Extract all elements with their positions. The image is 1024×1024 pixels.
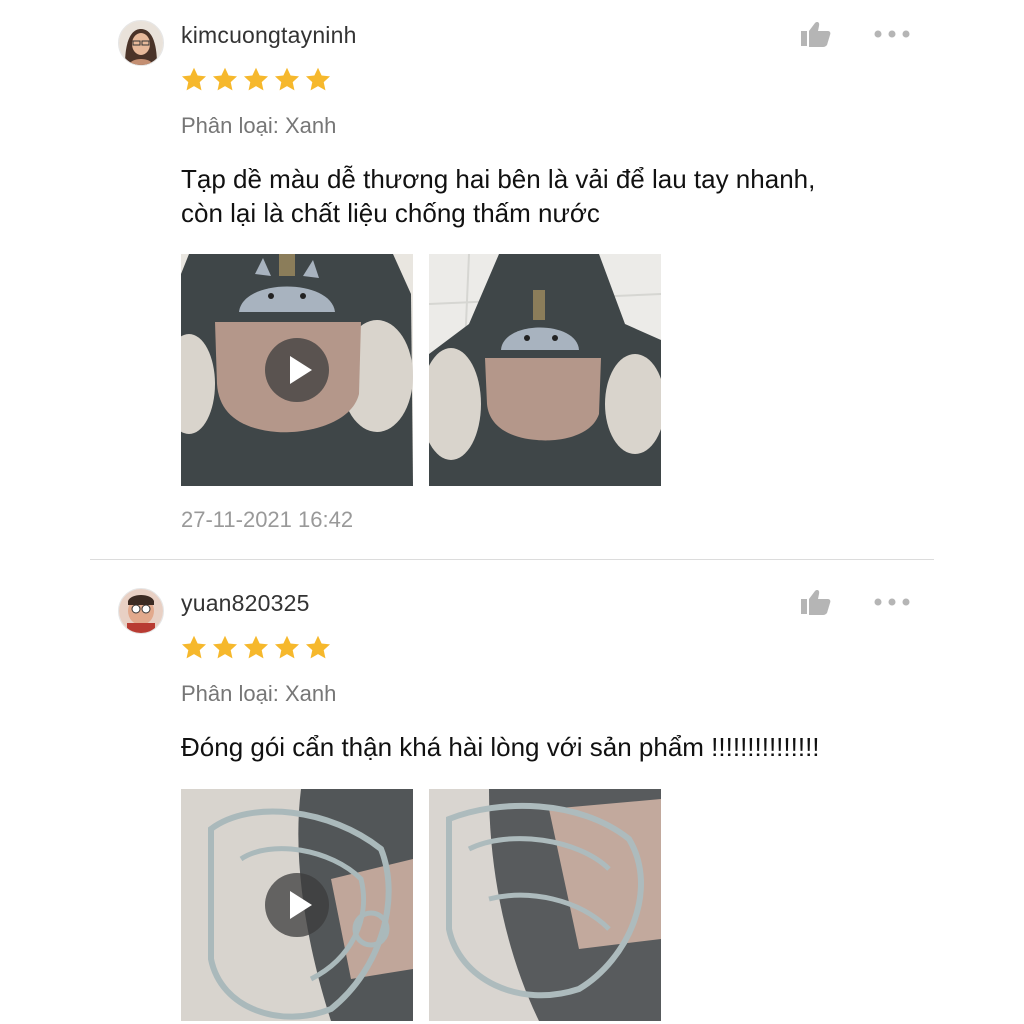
reviewer-username[interactable]: kimcuongtayninh <box>181 22 357 49</box>
star-icon <box>274 635 300 659</box>
star-icon <box>181 67 207 91</box>
star-icon <box>274 67 300 91</box>
more-options-icon[interactable] <box>872 595 912 609</box>
comment-line: Đóng gói cẩn thận khá hài lòng với sản p… <box>181 732 820 762</box>
thumbs-up-icon[interactable] <box>800 588 832 616</box>
reviewer-username[interactable]: yuan820325 <box>181 590 310 617</box>
product-variant: Phân loại: Xanh <box>181 681 337 706</box>
play-icon[interactable] <box>265 338 329 402</box>
star-icon <box>181 635 207 659</box>
star-icon <box>305 635 331 659</box>
comment-line: Tạp dề màu dễ thương hai bên là vải để l… <box>181 164 816 194</box>
star-icon <box>243 67 269 91</box>
review-comment: Tạp dề màu dễ thương hai bên là vải để l… <box>181 162 901 230</box>
review-image-thumbnail[interactable] <box>429 789 661 1021</box>
star-icon <box>212 67 238 91</box>
review-video-thumbnail[interactable] <box>181 789 413 1021</box>
review-item: yuan820325 Phân loại: Xanh Đóng gói cẩn … <box>0 560 1024 1024</box>
product-variant: Phân loại: Xanh <box>181 113 337 138</box>
star-rating <box>180 66 332 94</box>
thumbs-up-icon[interactable] <box>800 20 832 48</box>
star-icon <box>305 67 331 91</box>
review-comment: Đóng gói cẩn thận khá hài lòng với sản p… <box>181 730 901 764</box>
review-video-thumbnail[interactable] <box>181 254 413 486</box>
review-item: kimcuongtayninh Phân loại: Xanh Tạp dề m… <box>0 0 1024 560</box>
avatar[interactable] <box>118 20 164 66</box>
play-icon[interactable] <box>265 873 329 937</box>
review-image-thumbnail[interactable] <box>429 254 661 486</box>
star-rating <box>180 634 332 662</box>
avatar[interactable] <box>118 588 164 634</box>
star-icon <box>243 635 269 659</box>
star-icon <box>212 635 238 659</box>
comment-line: còn lại là chất liệu chống thấm nước <box>181 198 600 228</box>
more-options-icon[interactable] <box>872 27 912 41</box>
review-timestamp: 27-11-2021 16:42 <box>181 507 354 532</box>
